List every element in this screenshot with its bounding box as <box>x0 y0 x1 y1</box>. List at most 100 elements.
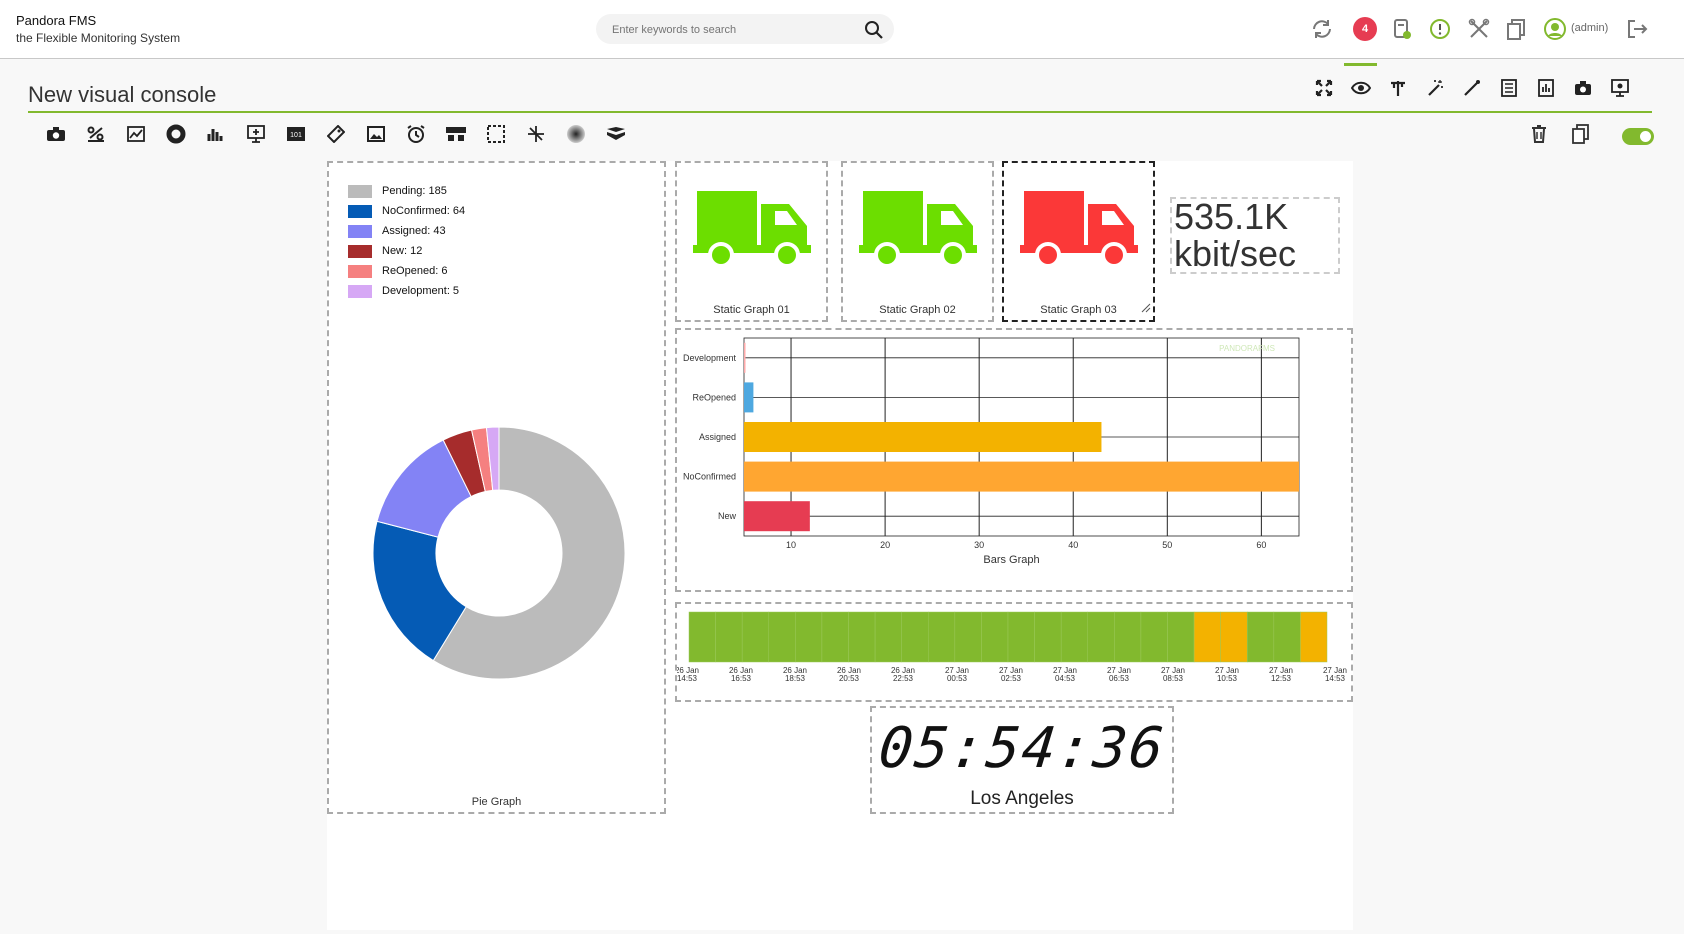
icon-element-tool[interactable] <box>356 122 396 150</box>
legend-swatch <box>348 204 372 218</box>
box-tool[interactable] <box>476 122 516 150</box>
label-tool[interactable] <box>316 122 356 150</box>
tab-view[interactable] <box>1342 63 1379 110</box>
logout-icon[interactable] <box>1624 16 1650 42</box>
bars-chart: 10 20 30 40 50 60 Development ReOpened Assigned N… <box>683 337 1300 566</box>
bars-graph-item[interactable]: 10 20 30 40 50 60 Development ReOpened Assigned N… <box>675 328 1353 592</box>
user-avatar-icon[interactable] <box>1542 16 1568 42</box>
legend-swatch <box>348 284 372 298</box>
status-segment-warning <box>1300 611 1328 663</box>
clock-time: 05:54:36 <box>875 716 1169 781</box>
visual-console-canvas: Pending: 185 NoConfirmed: 64 Assigned: 43 N… <box>327 161 1353 930</box>
tab-fullscreen[interactable] <box>1305 70 1342 110</box>
x-tick-label: 50 <box>1162 540 1172 550</box>
time-tick-time: 20:53 <box>839 674 860 683</box>
pie-legend: Pending: 185 NoConfirmed: 64 Assigned: 43 N… <box>348 181 465 301</box>
status-segment-ok <box>874 611 902 663</box>
network-link-icon <box>606 126 626 147</box>
static-graph-02[interactable]: Static Graph 02 <box>841 161 994 322</box>
edit-mode-toggle[interactable] <box>1622 128 1654 145</box>
bar-assigned <box>744 422 1102 452</box>
tab-snapshot[interactable] <box>1564 70 1601 110</box>
server-status-icon[interactable] <box>1389 16 1415 42</box>
tools-icon[interactable] <box>1466 16 1492 42</box>
value-number: 535.1K <box>1174 196 1289 237</box>
tab-public-link[interactable] <box>1601 70 1638 110</box>
legend-label: Pending: 185 <box>382 185 447 197</box>
pie-graph-item[interactable]: Pending: 185 NoConfirmed: 64 Assigned: 43 N… <box>327 161 666 814</box>
status-segment-ok <box>1273 611 1301 663</box>
user-name[interactable]: (admin) <box>1571 22 1608 34</box>
truck-cargo <box>697 191 757 249</box>
refresh-icon[interactable] <box>1309 16 1335 42</box>
resize-handle-icon[interactable] <box>1141 300 1151 318</box>
search-input[interactable] <box>610 20 854 40</box>
line-tool[interactable] <box>516 122 556 150</box>
legend-item: Assigned: 43 <box>348 221 465 241</box>
group-tool[interactable] <box>436 122 476 150</box>
tab-list-of-elements[interactable] <box>1490 70 1527 110</box>
alert-badge[interactable]: 4 <box>1353 17 1377 41</box>
copy-icon[interactable] <box>1503 16 1529 42</box>
eye-icon <box>1350 81 1371 100</box>
status-segment-ok <box>901 611 929 663</box>
y-tick-label: ReOpened <box>692 392 736 402</box>
tab-graphs[interactable] <box>1527 70 1564 110</box>
trash-icon[interactable] <box>1530 124 1548 149</box>
time-tick-time: 08:53 <box>1163 674 1184 683</box>
truck-icon <box>859 191 977 268</box>
module-graph-tool[interactable] <box>116 122 156 150</box>
pie-graph-label: Pie Graph <box>471 796 522 808</box>
tab-services-wizard[interactable] <box>1453 70 1490 110</box>
pie-chart <box>372 426 626 680</box>
top-header: Pandora FMS the Flexible Monitoring Syst… <box>0 0 1684 59</box>
legend-label: Assigned: 43 <box>382 225 446 237</box>
simple-value-item[interactable]: 535.1K kbit/sec <box>1170 197 1340 274</box>
y-tick-label: NoConfirmed <box>683 472 736 482</box>
value-unit: kbit/sec <box>1174 233 1297 274</box>
x-tick-label: 30 <box>974 540 984 550</box>
static-graph-03[interactable]: Static Graph 03 <box>1002 161 1155 322</box>
time-tick-time: 04:53 <box>1055 674 1076 683</box>
label-icon <box>326 124 346 148</box>
simple-value-tool[interactable]: 101 <box>276 122 316 150</box>
network-link-tool[interactable] <box>596 122 636 150</box>
y-tick-label: Assigned <box>699 432 736 442</box>
clock-tool[interactable] <box>396 122 436 150</box>
event-history-chart: 26 Jan14:5326 Jan16:5326 Jan18:5326 Jan2… <box>677 611 1347 683</box>
status-segment-ok <box>1034 611 1062 663</box>
event-history-item[interactable]: 26 Jan 14:53 26 Jan 16:53 26 Jan 18:53 26 Jan 2… <box>675 602 1353 702</box>
status-segment-ok <box>715 611 743 663</box>
y-tick-label: New <box>718 511 737 521</box>
search-icon[interactable] <box>864 20 884 45</box>
color-cloud-tool[interactable] <box>556 122 596 150</box>
donut-tool[interactable] <box>156 122 196 150</box>
auto-sla-tool[interactable] <box>236 122 276 150</box>
tab-setup[interactable] <box>1379 70 1416 110</box>
bars-tool[interactable] <box>196 122 236 150</box>
static-image-tool[interactable] <box>36 122 76 150</box>
line-icon <box>527 125 545 148</box>
module-graph-icon <box>127 125 145 147</box>
duplicate-icon[interactable] <box>1571 124 1589 149</box>
percentile-icon <box>87 126 105 147</box>
color-cloud-icon <box>566 124 586 149</box>
static-graph-01[interactable]: Static Graph 01 <box>675 161 828 322</box>
legend-label: New: 12 <box>382 245 423 257</box>
percentile-tool[interactable] <box>76 122 116 150</box>
status-segment-warning <box>1193 611 1221 663</box>
legend-label: ReOpened: 6 <box>382 265 448 277</box>
wand-icon <box>1426 79 1444 102</box>
brand-name[interactable]: Pandora FMS <box>16 13 96 28</box>
time-tick-time: 12:53 <box>1271 674 1292 683</box>
status-segment-ok <box>981 611 1009 663</box>
clock-item[interactable]: 05:54:36 Los Angeles <box>870 706 1174 814</box>
system-alert-icon[interactable] <box>1427 16 1453 42</box>
setup-icon <box>1389 79 1407 102</box>
search-box <box>596 14 894 44</box>
bars-graph-label: Bars Graph <box>983 554 1039 566</box>
time-tick-time: 16:53 <box>731 674 752 683</box>
group-icon <box>445 126 467 147</box>
tab-wizard[interactable] <box>1416 70 1453 110</box>
x-tick-label: 60 <box>1256 540 1266 550</box>
